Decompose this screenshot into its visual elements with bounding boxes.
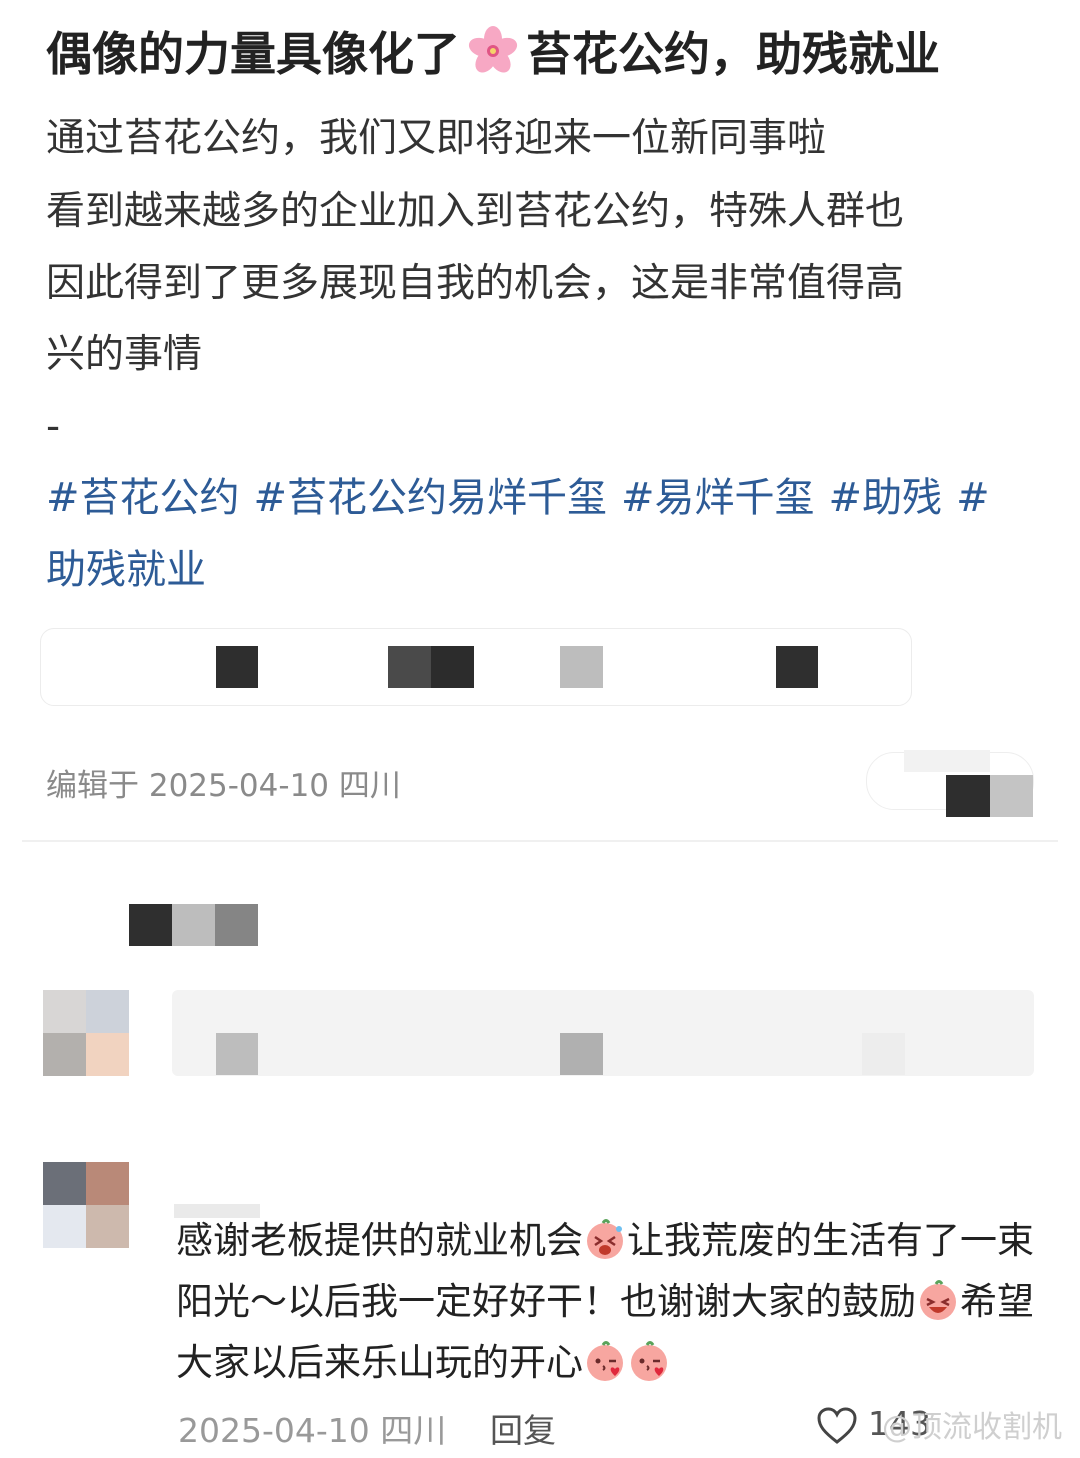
section-divider [22,840,1058,842]
cherry-blossom-icon [468,26,518,73]
hashtag-link[interactable]: #苔花公约易烊千玺 [254,475,608,521]
hashtag-link[interactable]: # [956,475,990,521]
mosaic-block [388,646,431,688]
hashtag-link[interactable]: #助残 [829,475,943,521]
reply-button[interactable]: 回复 [490,1404,556,1452]
heart-outline-icon[interactable] [816,1406,858,1446]
mosaic-block [990,775,1033,817]
hashtag-link[interactable]: #易烊千玺 [621,475,815,521]
mosaic-block [216,1033,258,1075]
mosaic-block [946,775,990,817]
mosaic-block [431,646,474,688]
mosaic-block [862,1033,905,1075]
hashtag-list: #苔花公约 #苔花公约易烊千玺 #易烊千玺 #助残 # 助残就业 [46,462,1046,606]
hashtag-link[interactable]: 助残就业 [46,547,206,593]
post-body-line-3: 因此得到了更多展现自我的机会，这是非常值得高 [46,261,905,306]
mosaic-block [129,904,172,946]
post-body-line-5: - [46,404,61,449]
mosaic-block [216,646,258,688]
hashtag-link[interactable]: #苔花公约 [46,475,240,521]
edited-timestamp: 编辑于 2025-04-10 四川 [46,768,401,804]
post-body-line-4: 兴的事情 [46,332,203,377]
post-title: 偶像的力量具像化了 苔花公约，助残就业 [46,22,1046,86]
mosaic-block [560,646,603,688]
crying-face-emoji-icon [587,1219,623,1259]
kiss-face-emoji-icon [631,1341,667,1381]
comment-body: 感谢老板提供的就业机会 让我荒废的生活有了一束阳光～以后我一定好好干！也谢谢大家… [176,1210,1056,1393]
mosaic-block [904,750,990,772]
mosaic-block [560,1033,603,1075]
comment-text-part1: 感谢老板提供的就业机会 [176,1219,583,1262]
post-body-line-2: 看到越来越多的企业加入到苔花公约，特殊人群也 [46,189,905,234]
mosaic-block [776,646,818,688]
post-title-part2: 苔花公约，助残就业 [526,27,940,81]
post-body-line-1: 通过苔花公约，我们又即将迎来一位新同事啦 [46,116,827,161]
post-title-part1: 偶像的力量具像化了 [46,27,460,81]
mosaic-block [172,904,215,946]
mosaic-block [215,904,258,946]
watermark-text: @顶流收割机 [882,1410,1062,1445]
laughing-face-emoji-icon [920,1280,956,1320]
kiss-face-emoji-icon [587,1341,623,1381]
comment-date: 2025-04-10 四川 [178,1411,447,1450]
